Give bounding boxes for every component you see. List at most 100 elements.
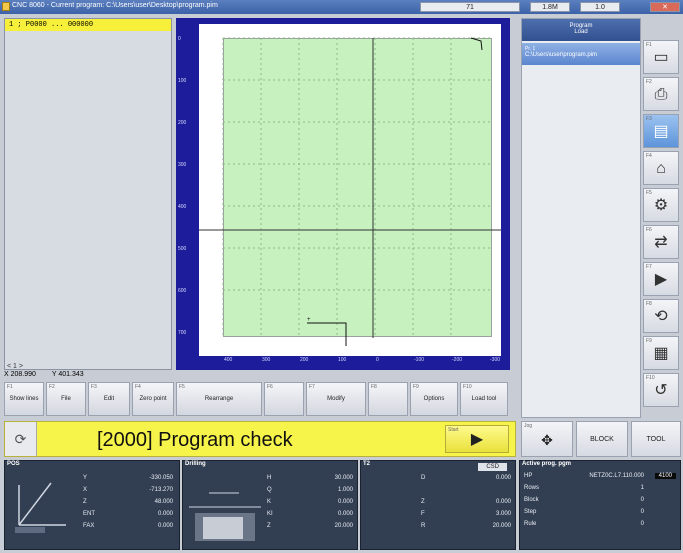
side-key-7[interactable]: F7 ▶ (643, 262, 679, 296)
side-key-9[interactable]: F9 ▦ (643, 336, 679, 370)
block-button[interactable]: BLOCK (576, 421, 628, 457)
softkey-fkey: F1 (7, 384, 13, 390)
softkey-label: Modify (327, 396, 345, 402)
softkey-2[interactable]: F2 File (46, 382, 86, 416)
row-key: X (83, 487, 88, 493)
jog-button[interactable]: Jog ✥ (521, 421, 573, 457)
softkey-1[interactable]: F1 Show lines (4, 382, 44, 416)
axes-diagram (15, 482, 66, 533)
side-key-5[interactable]: F5 ⚙ (643, 188, 679, 222)
row-key: Rule (524, 521, 537, 527)
block-label: BLOCK (590, 436, 614, 443)
softkey-7[interactable]: F7 Modify (306, 382, 366, 416)
side-key-fkey: F8 (646, 301, 652, 307)
move-icon: ✥ (541, 432, 553, 448)
pos-panel: POS Y -330.050 X -713.270 Z 48.000 ENT 0.000 FAX… (4, 460, 180, 550)
close-button[interactable]: ✕ (650, 2, 680, 12)
tool-button[interactable]: TOOL (631, 421, 681, 457)
row-value: 1 (640, 485, 644, 491)
code-line-1[interactable]: 1 ; P0000 ... 000000 (5, 19, 171, 31)
side-key-fkey: F10 (646, 375, 655, 381)
softkey-label: Zero point (139, 396, 167, 402)
softkey-fkey: F2 (49, 384, 55, 390)
app-icon (2, 2, 10, 11)
row-key: F (421, 511, 425, 517)
y-tick-label: 100 (178, 78, 187, 84)
row-key: FAX (83, 523, 95, 529)
side-key-2[interactable]: F2 ⎙ (643, 77, 679, 111)
x-tick-label: 400 (224, 357, 233, 363)
t2-badge: CSD (478, 463, 507, 471)
row-key: R (421, 523, 426, 529)
softkey-label: Show lines (9, 396, 39, 402)
row-value: 0.000 (157, 523, 173, 529)
panel-header: Program Load (522, 19, 640, 41)
header-line-2: Load (574, 29, 588, 35)
side-key-fkey: F5 (646, 190, 652, 196)
row-key: K (267, 499, 272, 505)
x-tick-label: 300 (262, 357, 271, 363)
row-value: 1.000 (337, 487, 353, 493)
selected-program[interactable]: Pr. 1 C:\Users\user\program.pim (522, 43, 640, 65)
softkey-8[interactable]: F8 (368, 382, 408, 416)
title-field[interactable]: 71 (420, 2, 520, 12)
softkey-fkey: F9 (413, 384, 419, 390)
t2-title: T2 (363, 461, 371, 467)
side-key-6[interactable]: F6 ⇄ (643, 225, 679, 259)
machine-icon: ⌂ (656, 160, 666, 177)
program-code-panel[interactable]: 1 ; P0000 ... 000000 < 1 > (4, 18, 172, 370)
softkey-10[interactable]: F10 Load tool (460, 382, 508, 416)
t2-panel: T2 CSD D 0.000 Z 0.000 F 3.000 R 20.000 (360, 460, 516, 550)
softkey-9[interactable]: F9 Options (410, 382, 458, 416)
program-list-panel: Program Load Pr. 1 C:\Users\user\program… (521, 18, 641, 418)
row-key: Z (421, 499, 425, 505)
window-title: CNC 8060 - Current program: C:\Users\use… (12, 2, 218, 9)
coord-y: Y 401.343 (51, 371, 84, 378)
drilling-panel: Drilling H 30.000 Q 1.000 K 0.000 KI 0.000 Z 20.0… (182, 460, 358, 550)
softkey-label: Options (423, 396, 445, 402)
side-key-8[interactable]: F8 ⟲ (643, 299, 679, 333)
row-key: D (421, 475, 426, 481)
row-key: Y (83, 475, 88, 481)
start-fk: Start (448, 427, 459, 433)
softkey-fkey: F5 (179, 384, 185, 390)
side-key-fkey: F2 (646, 79, 652, 85)
side-key-fkey: F1 (646, 42, 652, 48)
corner-mark (470, 37, 483, 51)
side-key-fkey: F3 (646, 116, 652, 122)
row-key: Rows (524, 485, 540, 491)
x-tick-label: -300 (490, 357, 501, 363)
softkey-3[interactable]: F3 Edit (88, 382, 130, 416)
pos-title: POS (7, 461, 20, 467)
cursor-coordinates: X 208.990 Y 401.343 (4, 371, 510, 381)
start-button[interactable]: Start ▶ (445, 425, 509, 453)
line-counter: < 1 > (7, 363, 23, 370)
loop-icon: ⟲ (654, 308, 668, 325)
cycle-icon[interactable]: ⟳ (5, 422, 37, 456)
row-value: 0 (640, 521, 644, 527)
softkey-5[interactable]: F5 Rearrange (176, 382, 262, 416)
row-value: 0 (640, 497, 644, 503)
side-key-fkey: F7 (646, 264, 652, 270)
y-tick-label: 300 (178, 162, 187, 168)
softkey-4[interactable]: F4 Zero point (132, 382, 174, 416)
play-icon: ▶ (654, 271, 668, 288)
row-value: -713.270 (149, 487, 173, 493)
side-key-3[interactable]: F3 ▤ (643, 114, 679, 148)
mode-bar: ⟳ [2000] Program check Start ▶ (4, 421, 516, 457)
side-key-10[interactable]: F10 ↺ (643, 373, 679, 407)
x-tick-label: 0 (376, 357, 379, 363)
row-key: Step (524, 509, 537, 515)
graphic-view[interactable]: + 0 100 200 300 400 500 600 700 400 300 200 100 0 -1… (176, 18, 510, 370)
softkey-6[interactable]: F6 (264, 382, 304, 416)
prog-title: Active prog. pgm (522, 461, 572, 467)
row-value: 0.000 (495, 475, 511, 481)
x-tick-label: -200 (452, 357, 463, 363)
x-tick-label: 100 (338, 357, 347, 363)
title-field-3[interactable]: 1.0 (580, 2, 620, 12)
side-key-4[interactable]: F4 ⌂ (643, 151, 679, 185)
side-key-1[interactable]: F1 ▭ (643, 40, 679, 74)
jog-fk: Jog (524, 423, 533, 429)
softkey-fkey: F8 (371, 384, 377, 390)
title-field-2[interactable]: 1.8M (530, 2, 570, 12)
